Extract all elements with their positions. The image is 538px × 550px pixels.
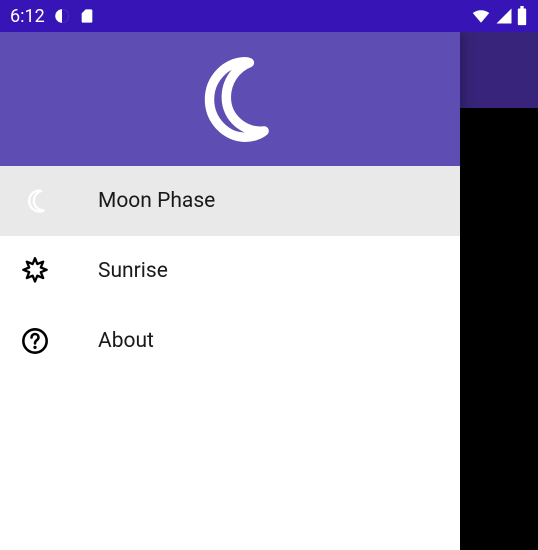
nav-item-moon-phase[interactable]: Moon Phase <box>0 166 460 236</box>
status-bar: 6:12 <box>0 0 538 32</box>
navigation-drawer[interactable]: Moon Phase Sunrise About <box>0 32 460 550</box>
nav-item-label: Moon Phase <box>98 189 215 213</box>
statusbar-clock: 6:12 <box>10 6 45 27</box>
nav-item-label: About <box>98 329 154 353</box>
drawer-header <box>0 32 460 166</box>
moon-phase-icon <box>20 187 50 215</box>
cell-signal-icon <box>494 7 514 25</box>
sd-card-icon <box>79 7 95 25</box>
pie-indicator-icon <box>53 7 71 25</box>
nav-item-label: Sunrise <box>98 259 168 283</box>
status-bar-right <box>470 6 528 26</box>
moon-icon <box>178 47 283 152</box>
nav-item-about[interactable]: About <box>0 306 460 376</box>
status-bar-left: 6:12 <box>10 6 95 27</box>
help-icon <box>20 327 50 355</box>
nav-item-sunrise[interactable]: Sunrise <box>0 236 460 306</box>
wifi-icon <box>470 7 492 25</box>
sun-icon <box>20 257 50 285</box>
battery-icon <box>516 6 528 26</box>
